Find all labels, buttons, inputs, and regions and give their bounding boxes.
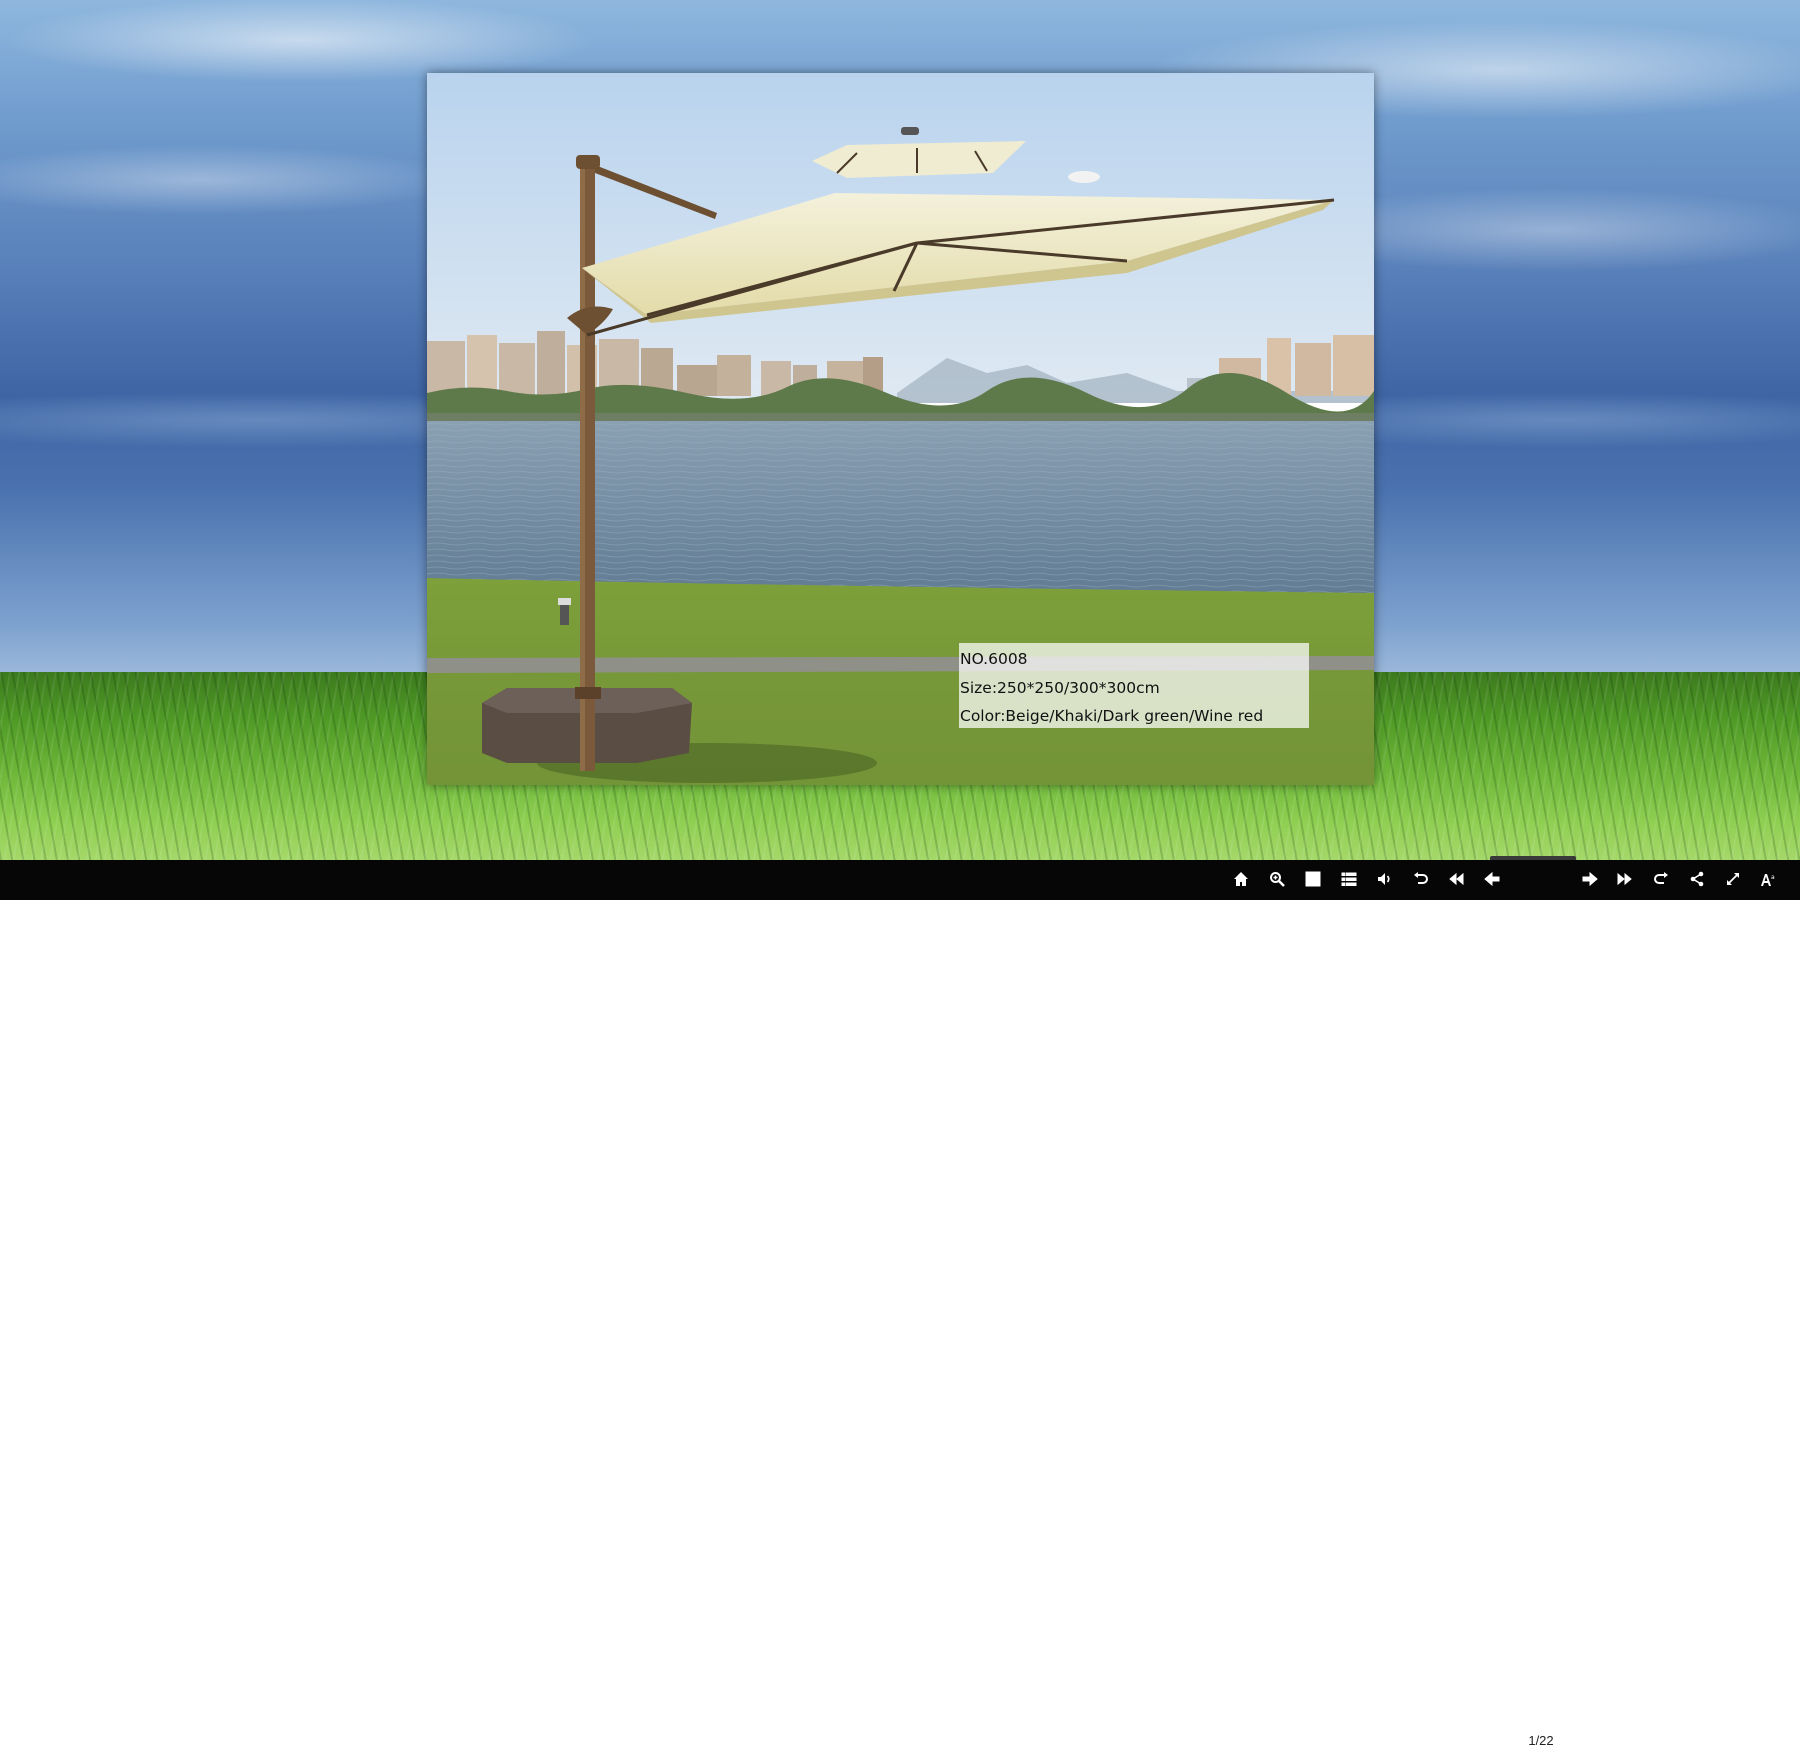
next-page-button[interactable] — [1580, 871, 1600, 891]
redo-icon — [1653, 871, 1669, 892]
zoom-icon — [1269, 871, 1285, 892]
thumbnails-button[interactable] — [1303, 871, 1323, 891]
product-colors: Color:Beige/Khaki/Dark green/Wine red — [960, 707, 1264, 725]
arrow-right-icon — [1582, 871, 1598, 892]
list-icon — [1341, 871, 1357, 892]
double-left-icon — [1448, 871, 1464, 892]
arrow-left-icon — [1484, 871, 1500, 892]
fullscreen-button[interactable] — [1723, 871, 1743, 891]
flipbook-toolbar: a — [0, 860, 1800, 1752]
text-size-icon: a — [1760, 871, 1776, 892]
speaker-icon — [1377, 871, 1393, 892]
home-button[interactable] — [1231, 871, 1251, 891]
font-size-button[interactable]: a — [1758, 871, 1778, 891]
sound-button[interactable] — [1375, 871, 1395, 891]
svg-text:a: a — [1771, 874, 1775, 881]
undo-icon — [1413, 871, 1429, 892]
page-number-field[interactable] — [1515, 1730, 1567, 1752]
previous-page-button[interactable] — [1482, 871, 1502, 891]
product-size: Size:250*250/300*300cm — [960, 678, 1160, 697]
home-icon — [1233, 871, 1249, 892]
fullscreen-icon — [1725, 871, 1741, 892]
undo-button[interactable] — [1411, 871, 1431, 891]
catalog-page[interactable]: NO.6008 Size:250*250/300*300cm Color:Bei… — [427, 73, 1374, 785]
zoom-button[interactable] — [1267, 871, 1287, 891]
first-page-button[interactable] — [1446, 871, 1466, 891]
grid-icon — [1305, 871, 1321, 892]
share-button[interactable] — [1687, 871, 1707, 891]
last-page-button[interactable] — [1615, 871, 1635, 891]
double-right-icon — [1617, 871, 1633, 892]
product-caption: NO.6008 Size:250*250/300*300cm Color:Bei… — [959, 643, 1309, 728]
share-icon — [1689, 871, 1705, 892]
redo-button[interactable] — [1651, 871, 1671, 891]
product-model: NO.6008 — [960, 650, 1028, 668]
table-of-contents-button[interactable] — [1339, 871, 1359, 891]
